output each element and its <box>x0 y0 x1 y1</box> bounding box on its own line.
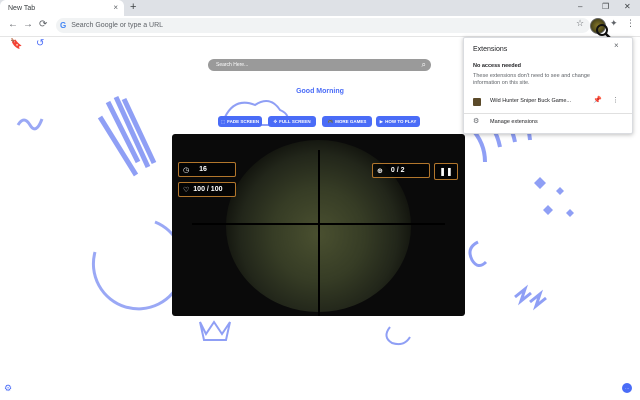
extension-menu-icon[interactable]: ⋮ <box>612 96 619 104</box>
health-hud: ♡ 100 / 100 <box>178 182 236 197</box>
omnibox[interactable]: G Search Google or type a URL <box>56 18 590 33</box>
gamepad-icon: 🎮 <box>327 118 334 124</box>
settings-icon[interactable]: ⚙ <box>4 383 12 394</box>
kills-hud: ⊕ 0 / 2 <box>372 163 430 178</box>
play-icon: ▶ <box>379 118 384 124</box>
target-icon: ⊕ <box>377 167 383 175</box>
clock-icon: ◷ <box>183 166 190 174</box>
popup-title: Extensions <box>473 46 508 53</box>
crosshair-vertical <box>318 150 320 316</box>
tab-strip: New Tab × + – ❐ ✕ <box>0 0 640 16</box>
history-icon[interactable]: ↺ <box>36 38 44 49</box>
extension-thumb-icon <box>473 98 481 106</box>
forward-icon[interactable]: → <box>23 19 33 30</box>
heart-icon: ♡ <box>183 186 190 194</box>
google-icon: G <box>60 21 67 30</box>
fade-screen-button[interactable]: ⬚ FADE SCREEN <box>218 116 262 127</box>
divider <box>464 113 632 114</box>
menu-icon[interactable]: ⋮ <box>626 18 635 29</box>
tab-title: New Tab <box>8 4 36 12</box>
crosshair-horizontal <box>192 223 445 225</box>
full-screen-button[interactable]: ✥ FULL SCREEN <box>268 116 316 127</box>
popup-close-icon[interactable]: × <box>614 41 619 50</box>
pause-button[interactable]: ❚❚ <box>434 163 458 180</box>
gear-icon: ⚙ <box>473 118 480 125</box>
new-tab-button[interactable]: + <box>130 1 136 13</box>
extensions-popup: Extensions × No access needed These exte… <box>463 37 633 134</box>
bookmark-icon[interactable]: 🔖 <box>10 39 22 50</box>
timer-hud: ◷ 16 <box>178 162 236 177</box>
health-value: 100 / 100 <box>193 186 223 193</box>
search-input[interactable]: Search Here... ⌕ <box>208 59 431 71</box>
search-placeholder: Search Here... <box>216 62 249 68</box>
timer-value: 16 <box>199 166 207 173</box>
window-close-button[interactable]: ✕ <box>624 2 631 11</box>
puzzle-icon[interactable]: ✦ <box>610 18 618 29</box>
search-icon[interactable]: ⌕ <box>422 60 426 70</box>
star-icon[interactable]: ☆ <box>576 18 584 29</box>
popup-heading: No access needed <box>473 63 521 69</box>
reload-icon[interactable]: ⟳ <box>39 19 47 30</box>
restore-button[interactable]: ❐ <box>602 2 609 11</box>
extension-name[interactable]: Wild Hunter Sniper Buck Game... <box>490 98 571 104</box>
kills-value: 0 / 2 <box>390 167 405 174</box>
minimize-button[interactable]: – <box>578 2 582 11</box>
tab-close-icon[interactable]: × <box>113 3 118 12</box>
omnibox-placeholder: Search Google or type a URL <box>71 22 164 29</box>
pin-icon[interactable]: 📌 <box>593 96 602 104</box>
tab-new-tab[interactable]: New Tab × <box>0 0 124 16</box>
more-games-button[interactable]: 🎮 MORE GAMES <box>322 116 372 127</box>
manage-extensions-link[interactable]: Manage extensions <box>490 119 538 125</box>
popup-description: These extensions don't need to see and c… <box>473 73 590 86</box>
fullscreen-icon: ✥ <box>273 118 278 124</box>
back-icon[interactable]: ← <box>8 19 18 30</box>
apps-icon[interactable]: ⋯ <box>622 383 632 393</box>
how-to-play-button[interactable]: ▶ HOW TO PLAY <box>376 116 420 127</box>
fade-icon: ⬚ <box>220 118 226 124</box>
